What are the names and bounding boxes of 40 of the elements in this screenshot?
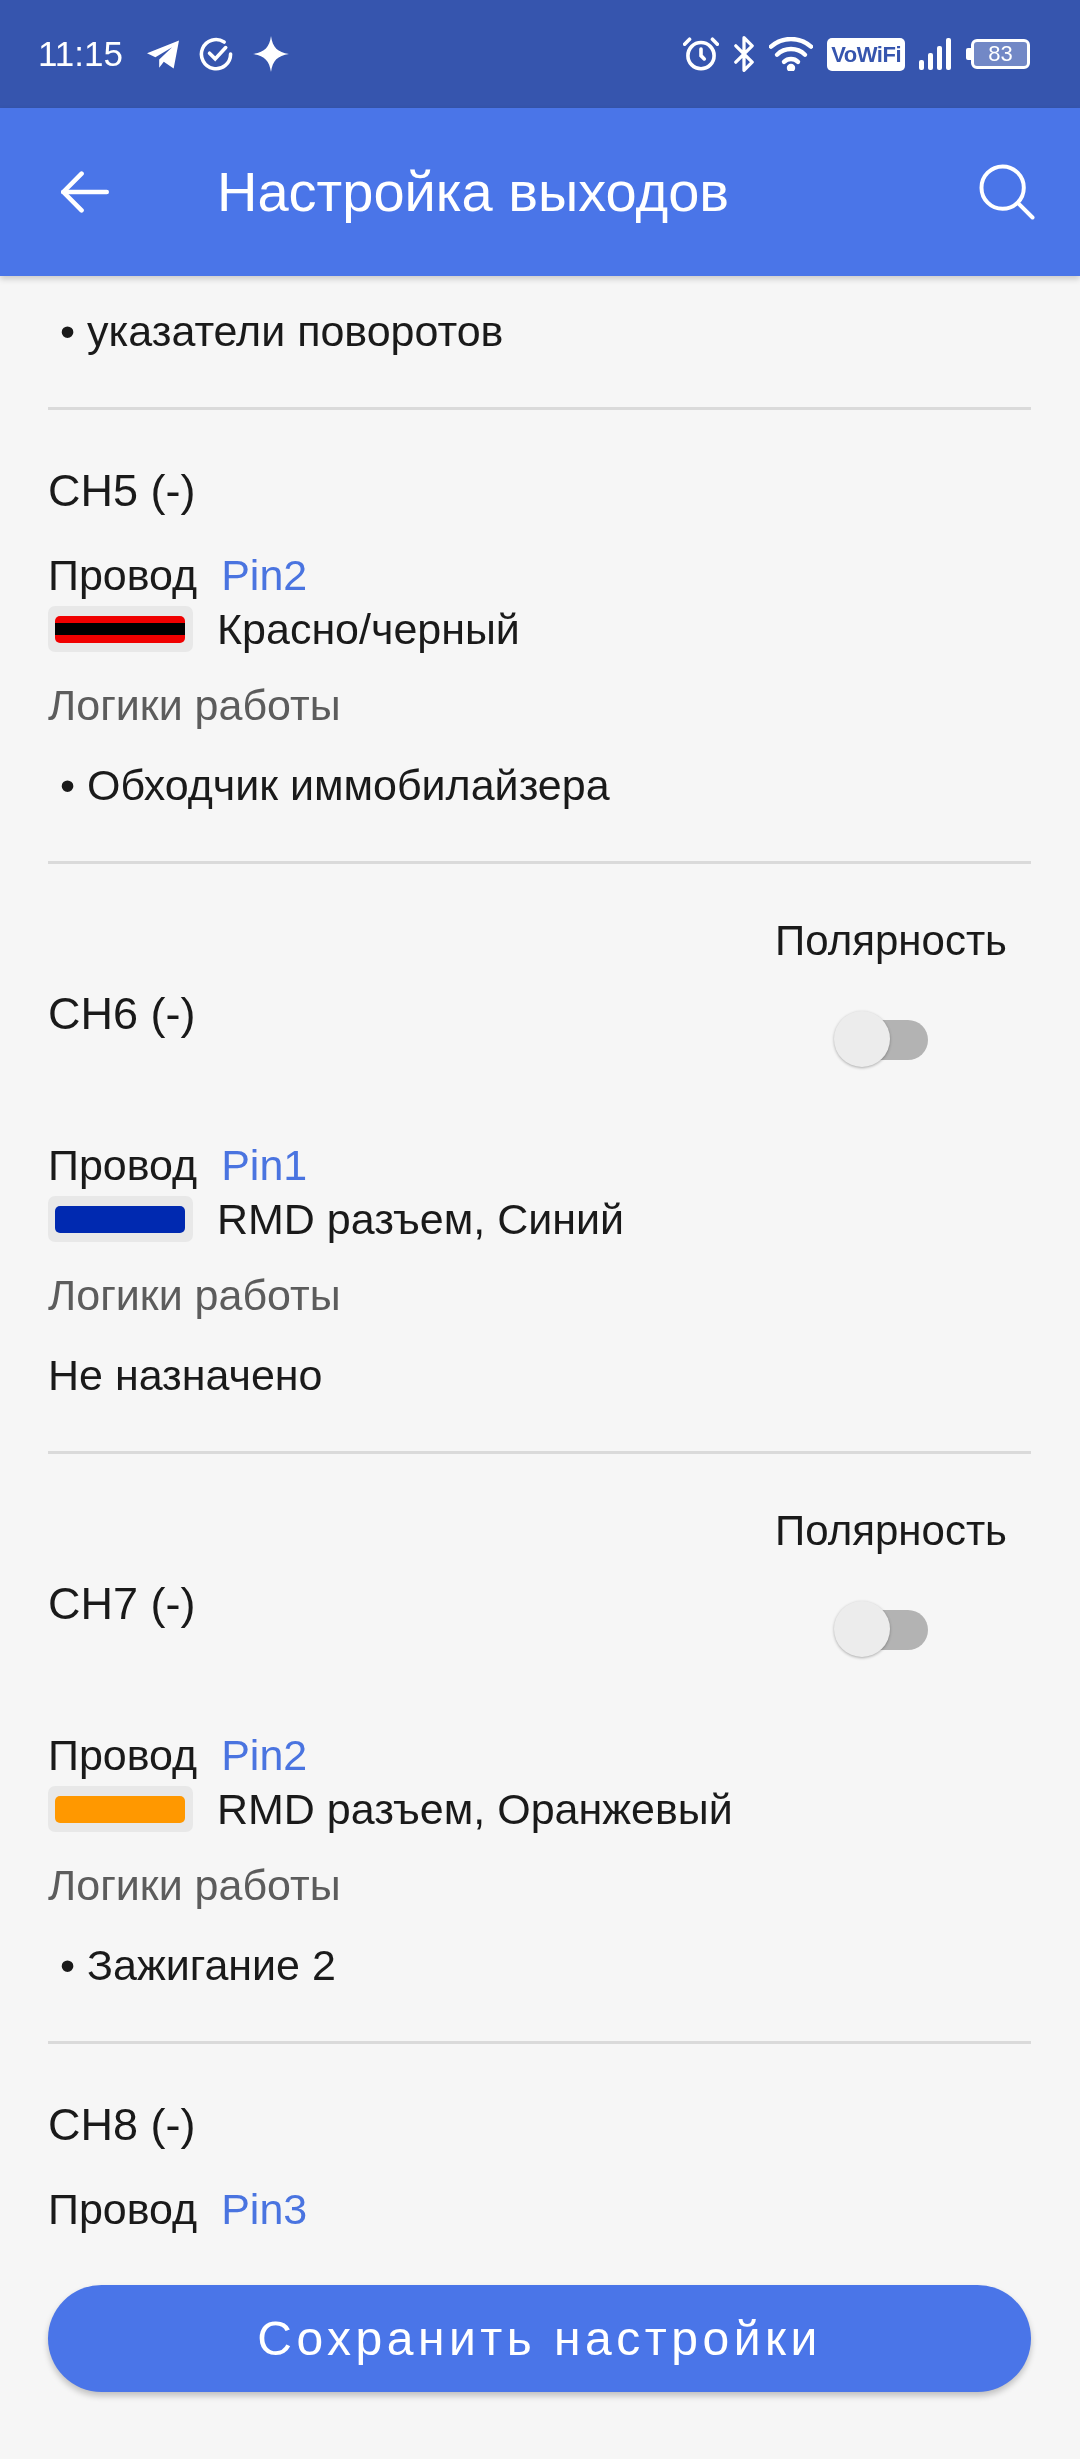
polarity-label: Полярность	[775, 1507, 1007, 1555]
wire-swatch-icon	[48, 606, 193, 652]
logic-item: • Зажигание 2	[59, 1941, 337, 1989]
logic-label: Логики работы	[48, 1271, 342, 1319]
channel-title: CH8 (-)	[48, 2098, 197, 2152]
screen-title: Настройка выходов	[217, 159, 731, 225]
wire-name: Красно/черный	[217, 605, 520, 653]
wifi-icon	[769, 37, 814, 71]
wire-label: Провод	[48, 551, 198, 599]
paper-plane-icon	[147, 39, 179, 69]
vowifi-badge: VoWiFi	[827, 37, 905, 71]
logic-label: Логики работы	[48, 1861, 342, 1909]
polarity-label: Полярность	[775, 917, 1007, 965]
sparkle-icon	[253, 36, 289, 72]
battery-indicator: 83	[966, 39, 1030, 69]
wire-label: Провод	[48, 1141, 198, 1189]
pin-link[interactable]: Pin2	[221, 551, 308, 599]
channel-title: CH7 (-)	[48, 1577, 196, 1631]
save-button[interactable]: Сохранить настройки	[48, 2285, 1031, 2392]
logic-item: Не назначено	[48, 1351, 324, 1399]
pin-link[interactable]: Pin3	[221, 2185, 308, 2233]
wire-name: RMD разъем, Оранжевый	[217, 1785, 733, 1833]
bluetooth-icon	[733, 36, 756, 72]
wire-label: Провод	[48, 1731, 198, 1779]
check-circle-icon	[199, 37, 233, 71]
search-icon[interactable]	[979, 164, 1035, 220]
wire-swatch-icon	[48, 1786, 193, 1832]
pin-link[interactable]: Pin2	[221, 1731, 308, 1779]
channel-title: CH6 (-)	[48, 987, 196, 1041]
logic-item: • указатели поворотов	[59, 307, 505, 355]
logic-item: • Обходчик иммобилайзера	[59, 761, 611, 809]
signal-icon	[919, 38, 952, 70]
alarm-clock-icon	[683, 36, 720, 72]
channel-title: CH5 (-)	[48, 464, 197, 518]
pin-link[interactable]: Pin1	[221, 1141, 308, 1189]
status-time: 11:15	[38, 34, 123, 74]
wire-swatch-icon	[48, 1196, 193, 1242]
wire-name: RMD разъем, Синий	[217, 1195, 625, 1243]
logic-label: Логики работы	[48, 681, 342, 729]
wire-label: Провод	[48, 2185, 198, 2233]
